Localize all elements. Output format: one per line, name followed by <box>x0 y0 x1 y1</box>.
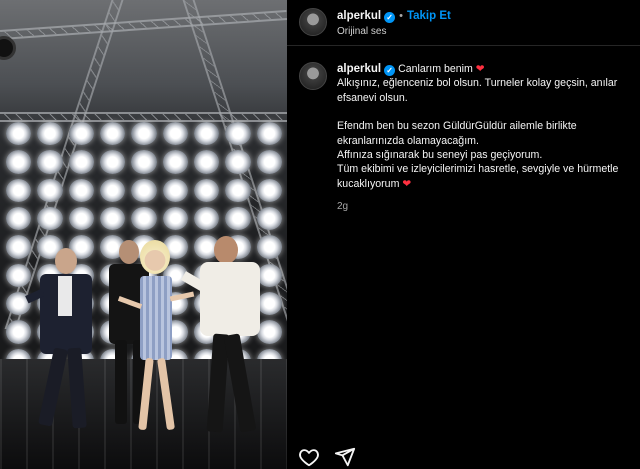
stage-light-bulb <box>6 263 32 287</box>
caption-line-3: Efendm ben bu sezon GüldürGüldür ailemle… <box>337 120 577 147</box>
stage-light-bulb <box>6 207 32 231</box>
avatar[interactable] <box>299 8 327 36</box>
stage-light-bulb <box>37 178 63 202</box>
stage-light-bulb <box>131 207 157 231</box>
caption-username[interactable]: alperkul <box>337 63 381 75</box>
stage-light-bulb <box>6 320 32 344</box>
header-username[interactable]: alperkul <box>337 10 381 22</box>
stage-light-bulb <box>100 122 126 146</box>
stage-light-bulb <box>37 150 63 174</box>
stage-light-bulb <box>256 207 282 231</box>
stage-light-bulb <box>6 178 32 202</box>
stage-light-bulb <box>162 178 188 202</box>
stage-light-bulb <box>6 235 32 259</box>
verified-badge-icon: ✓ <box>384 12 396 23</box>
dancer-left <box>25 248 100 438</box>
stage-light-bulb <box>256 178 282 202</box>
stage-light-bulb <box>37 207 63 231</box>
stage-truss-mid <box>0 112 287 122</box>
stage-light-bulb <box>6 122 32 146</box>
post-time[interactable]: 2g <box>337 200 627 214</box>
share-icon[interactable] <box>334 446 356 468</box>
stage-light-bulb <box>162 150 188 174</box>
stage-light-bulb <box>100 207 126 231</box>
stage-light-bulb <box>225 150 251 174</box>
stage-light-bulb <box>131 178 157 202</box>
post-panel: alperkul ✓ • Takip Et Orijinal ses alperkul… <box>287 0 640 469</box>
stage-light-bulb <box>194 122 220 146</box>
stage-light-bulb <box>194 207 220 231</box>
stage-light-bulb <box>131 150 157 174</box>
caption-line-5: Tüm ekibimi ve izleyicilerimizi hasretle… <box>337 163 619 190</box>
stage-light-bulb <box>68 178 94 202</box>
stage-light-bulb <box>194 150 220 174</box>
stage-light-bulb <box>225 122 251 146</box>
stage-light-bulb <box>100 178 126 202</box>
stage-light-bulb <box>256 122 282 146</box>
heart-icon: ❤ <box>402 177 412 190</box>
post-header: alperkul ✓ • Takip Et Orijinal ses <box>287 0 640 46</box>
stage-truss-top <box>0 10 287 40</box>
stage-light-bulb <box>131 122 157 146</box>
dancer-center <box>117 240 195 440</box>
caption-avatar[interactable] <box>299 62 327 90</box>
stage-light-bulb <box>68 207 94 231</box>
action-bar <box>298 446 356 468</box>
heart-icon: ❤ <box>475 63 485 75</box>
follow-button[interactable]: Takip Et <box>407 10 451 22</box>
like-icon[interactable] <box>298 446 320 468</box>
stage-speaker <box>0 36 16 60</box>
stage-light-bulb <box>225 178 251 202</box>
caption: alperkul ✓ Canlarım benim ❤ Alkışınız, eğ… <box>287 46 640 215</box>
post-media[interactable] <box>0 0 287 469</box>
stage-light-bulb <box>68 122 94 146</box>
audio-label[interactable]: Orijinal ses <box>337 25 451 39</box>
caption-line-4: Affınıza sığınarak bu seneyi pas geçiyor… <box>337 149 543 162</box>
dancer-right <box>180 236 268 440</box>
verified-badge-icon: ✓ <box>384 65 396 76</box>
stage-light-bulb <box>162 207 188 231</box>
stage-light-bulb <box>162 122 188 146</box>
stage-light-bulb <box>100 150 126 174</box>
stage-light-bulb <box>37 122 63 146</box>
stage-light-bulb <box>225 207 251 231</box>
caption-line-1: Canlarım benim <box>398 63 473 75</box>
stage-light-bulb <box>194 178 220 202</box>
stage-light-bulb <box>68 150 94 174</box>
caption-line-2: Alkışınız, eğlenceniz bol olsun. Turnele… <box>337 77 618 104</box>
stage-light-bulb <box>256 150 282 174</box>
stage-light-bulb <box>6 150 32 174</box>
separator-dot: • <box>399 10 403 22</box>
